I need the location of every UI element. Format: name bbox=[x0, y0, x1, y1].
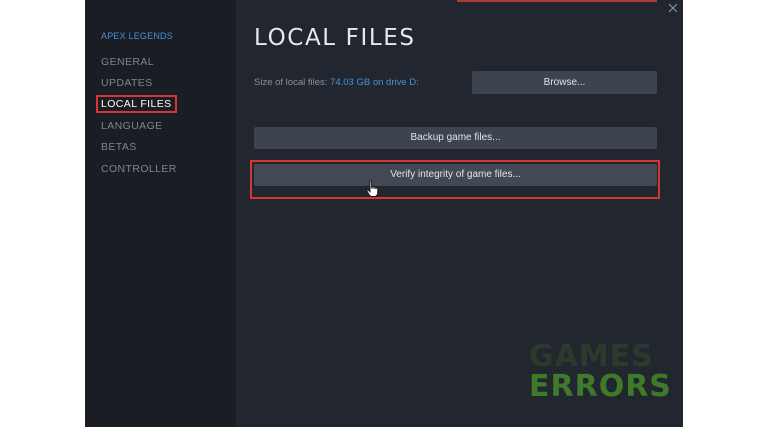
verify-integrity-button[interactable]: Verify integrity of game files... bbox=[254, 164, 657, 186]
sidebar-item-controller[interactable]: CONTROLLER bbox=[101, 163, 177, 175]
size-value-link[interactable]: 74.03 GB on drive D: bbox=[330, 77, 419, 88]
local-files-size: Size of local files: 74.03 GB on drive D… bbox=[254, 77, 419, 88]
sidebar-item-language[interactable]: LANGUAGE bbox=[101, 120, 163, 132]
backup-game-files-button[interactable]: Backup game files... bbox=[254, 127, 657, 149]
size-label: Size of local files: bbox=[254, 77, 328, 88]
accent-bar bbox=[457, 0, 657, 2]
close-icon[interactable] bbox=[667, 2, 679, 14]
sidebar-item-betas[interactable]: BETAS bbox=[101, 141, 137, 153]
page-title: LOCAL FILES bbox=[254, 25, 416, 51]
sidebar: APEX LEGENDS GENERAL UPDATES LOCAL FILES… bbox=[85, 0, 236, 427]
hand-cursor-icon bbox=[366, 180, 380, 198]
browse-button[interactable]: Browse... bbox=[472, 71, 657, 94]
game-properties-window: APEX LEGENDS GENERAL UPDATES LOCAL FILES… bbox=[85, 0, 683, 427]
watermark-line-2: ERRORS bbox=[529, 369, 672, 404]
games-errors-watermark: GAMES ERRORS bbox=[529, 342, 672, 402]
sidebar-item-updates[interactable]: UPDATES bbox=[101, 77, 153, 89]
watermark-line-1: GAMES bbox=[529, 339, 654, 374]
sidebar-item-local-files[interactable]: LOCAL FILES bbox=[96, 95, 177, 113]
sidebar-item-general[interactable]: GENERAL bbox=[101, 56, 154, 68]
game-title: APEX LEGENDS bbox=[101, 31, 173, 41]
